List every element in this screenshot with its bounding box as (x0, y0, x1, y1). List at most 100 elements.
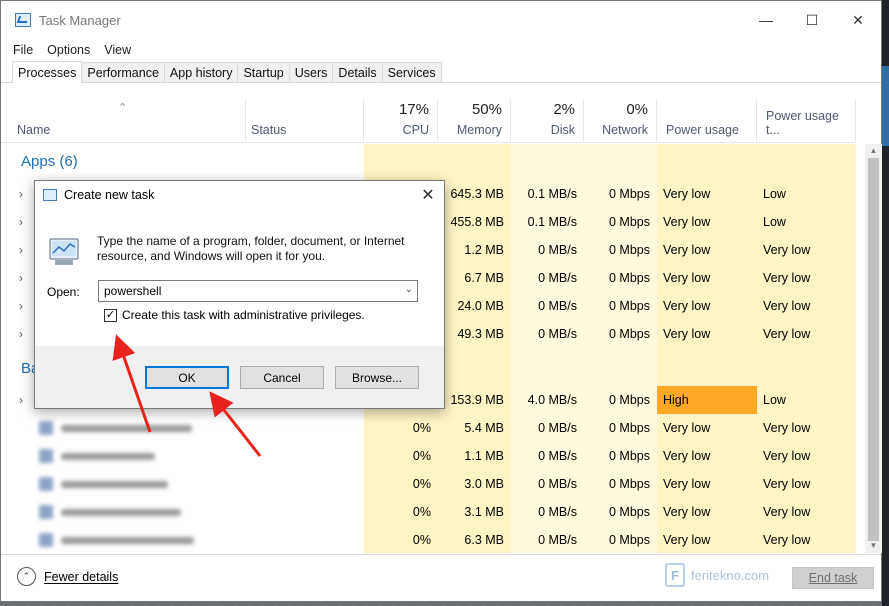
column-headers: ⌃ Name Status 17% CPU 50% Memory 2% Disk 0%… (1, 99, 856, 143)
scroll-down-icon[interactable]: ▼ (865, 539, 882, 553)
cell-memory: 6.7 MB (464, 271, 504, 285)
cell-disk: 4.0 MB/s (527, 393, 577, 407)
cell-disk: 0.1 MB/s (527, 187, 577, 201)
process-row[interactable]: 0% 1.1 MB 0 MB/s 0 Mbps Very low Very low (1, 442, 856, 470)
chevron-down-icon[interactable]: ⌄ (405, 284, 413, 295)
cell-network: 0 Mbps (609, 271, 650, 285)
cell-cpu: 0% (412, 533, 431, 547)
cell-network: 0 Mbps (609, 421, 650, 435)
cell-network: 0 Mbps (609, 299, 650, 313)
cell-cpu: 0% (412, 421, 431, 435)
cell-network: 0 Mbps (609, 187, 650, 201)
cell-power: Very low (663, 449, 711, 463)
menu-file[interactable]: File (13, 43, 33, 57)
section-apps: Apps (6) (21, 153, 78, 170)
cell-power: Very low (663, 327, 711, 341)
menu-bar: File Options View (1, 39, 881, 61)
cell-network: 0 Mbps (609, 449, 650, 463)
col-name[interactable]: Name (1, 99, 246, 143)
tab-details[interactable]: Details (332, 62, 383, 82)
process-row[interactable]: 0% 5.4 MB 0 MB/s 0 Mbps Very low Very low (1, 414, 856, 442)
cell-power-trend: Very low (763, 299, 811, 313)
cell-network: 0 Mbps (609, 533, 650, 547)
tab-services[interactable]: Services (381, 62, 442, 82)
cell-power-trend: Very low (763, 449, 811, 463)
expand-chevron-icon[interactable]: › (19, 299, 29, 313)
cell-network: 0 Mbps (609, 327, 650, 341)
ok-button[interactable]: OK (145, 366, 229, 389)
cell-memory: 3.0 MB (464, 477, 504, 491)
cell-power: Very low (663, 243, 711, 257)
cell-power-trend: Very low (763, 243, 811, 257)
tab-processes[interactable]: Processes (12, 61, 83, 83)
admin-checkbox[interactable]: ✓ (104, 308, 117, 322)
brand-text: feritekno.com (691, 567, 770, 583)
cell-memory: 49.3 MB (457, 327, 504, 341)
col-status[interactable]: Status (246, 99, 364, 143)
cell-memory: 3.1 MB (464, 505, 504, 519)
expand-chevron-icon[interactable]: › (19, 187, 29, 201)
dialog-title: Create new task (64, 188, 155, 202)
expand-chevron-icon[interactable]: › (19, 271, 29, 285)
col-disk[interactable]: 2% Disk (511, 99, 584, 143)
create-new-task-dialog: Create new task ✕ Type the name of a pro… (34, 180, 445, 409)
cell-disk: 0 MB/s (538, 243, 577, 257)
vertical-scrollbar[interactable]: ▲ ▼ (865, 144, 882, 553)
cell-power: Very low (663, 477, 711, 491)
col-cpu[interactable]: 17% CPU (364, 99, 438, 143)
end-task-button[interactable]: End task (792, 567, 874, 589)
cell-power-trend: Very low (763, 477, 811, 491)
close-button[interactable]: ✕ (835, 1, 881, 39)
minimize-button[interactable]: — (743, 1, 789, 39)
dialog-close-button[interactable]: ✕ (412, 185, 444, 205)
cell-power: Very low (663, 299, 711, 313)
blurred-process-name (39, 442, 209, 470)
admin-checkbox-label[interactable]: Create this task with administrative pri… (122, 308, 365, 322)
tab-strip: Processes Performance App history Startu… (1, 61, 881, 83)
cell-cpu: 0% (412, 449, 431, 463)
cell-power: High (657, 386, 757, 414)
cell-network: 0 Mbps (609, 215, 650, 229)
scroll-thumb[interactable] (868, 158, 879, 541)
process-row[interactable]: 0% 3.0 MB 0 MB/s 0 Mbps Very low Very low (1, 470, 856, 498)
footer-bar: ⌃ Fewer details F feritekno.com End task (1, 554, 881, 601)
cell-power-trend: Low (763, 187, 786, 201)
col-network[interactable]: 0% Network (584, 99, 657, 143)
cell-memory: 24.0 MB (457, 299, 504, 313)
browse-button[interactable]: Browse... (335, 366, 419, 389)
tab-performance[interactable]: Performance (81, 62, 165, 82)
expand-chevron-icon[interactable]: › (19, 243, 29, 257)
maximize-button[interactable]: ☐ (789, 1, 835, 39)
col-power-usage[interactable]: Power usage (657, 99, 757, 143)
watermark: F feritekno.com (665, 563, 769, 587)
process-row[interactable]: 0% 3.1 MB 0 MB/s 0 Mbps Very low Very low (1, 498, 856, 526)
blurred-process-name (39, 414, 209, 442)
process-row[interactable]: 0% 6.3 MB 0 MB/s 0 Mbps Very low Very low (1, 526, 856, 553)
dialog-title-bar: Create new task ✕ (35, 181, 444, 209)
dialog-message: Type the name of a program, folder, docu… (97, 234, 405, 263)
col-memory[interactable]: 50% Memory (438, 99, 511, 143)
cell-disk: 0 MB/s (538, 271, 577, 285)
open-combobox[interactable]: powershell ⌄ (98, 280, 418, 302)
cancel-button[interactable]: Cancel (240, 366, 324, 389)
expand-chevron-icon[interactable]: › (19, 393, 29, 407)
scroll-up-icon[interactable]: ▲ (865, 144, 882, 158)
cell-cpu: 0% (412, 505, 431, 519)
tab-app-history[interactable]: App history (163, 62, 239, 82)
expand-chevron-icon[interactable]: › (19, 327, 29, 341)
cell-power-trend: Low (763, 215, 786, 229)
desktop-edge (882, 0, 889, 606)
cell-network: 0 Mbps (609, 243, 650, 257)
menu-options[interactable]: Options (47, 43, 90, 57)
tab-users[interactable]: Users (288, 62, 334, 82)
fewer-details-button[interactable]: ⌃ Fewer details (17, 567, 118, 586)
cell-power-trend: Very low (763, 421, 811, 435)
cell-memory: 1.2 MB (464, 243, 504, 257)
admin-privileges-option[interactable]: ✓ Create this task with administrative p… (104, 308, 365, 322)
open-input-value[interactable]: powershell (104, 284, 161, 298)
expand-chevron-icon[interactable]: › (19, 215, 29, 229)
tab-startup[interactable]: Startup (237, 62, 290, 82)
cell-power: Very low (663, 421, 711, 435)
menu-view[interactable]: View (104, 43, 131, 57)
col-power-trend[interactable]: Power usage t... (757, 99, 856, 143)
